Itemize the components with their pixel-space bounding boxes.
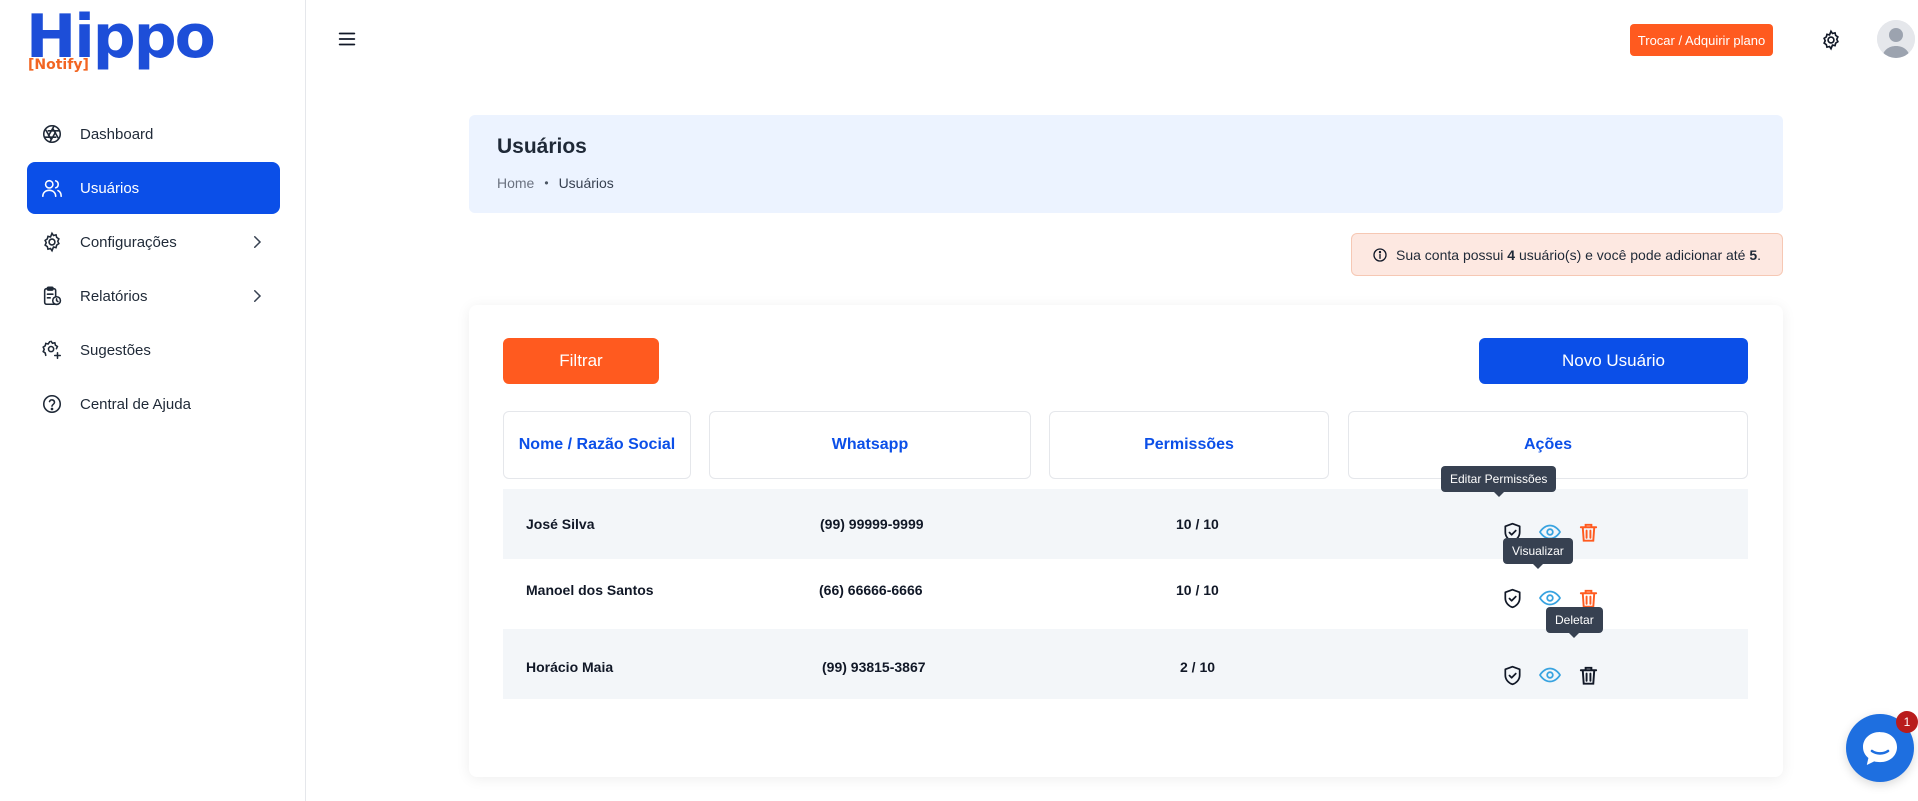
tooltip-delete: Deletar <box>1546 607 1603 638</box>
sidebar-item-configuracoes[interactable]: Configurações <box>27 216 280 268</box>
gear-icon <box>40 230 64 254</box>
sidebar-item-sugestoes[interactable]: Sugestões <box>27 324 280 376</box>
sidebar-item-relatorios[interactable]: Relatórios <box>27 270 280 322</box>
user-limit: 5 <box>1749 246 1758 263</box>
user-avatar-icon[interactable] <box>1877 20 1915 58</box>
row-name: Horácio Maia <box>526 659 614 675</box>
row-name: José Silva <box>526 516 595 532</box>
chat-notification-badge: 1 <box>1896 711 1918 733</box>
trash-icon[interactable] <box>1576 520 1600 544</box>
table-row: Horácio Maia (99) 93815-3867 2 / 10 <box>503 629 1748 699</box>
sidebar: Hippo [Notify] Dashboard Usuários Config… <box>0 0 306 801</box>
aperture-icon <box>40 122 64 146</box>
brand-logo[interactable]: Hippo [Notify] <box>26 4 216 76</box>
sidebar-item-usuarios[interactable]: Usuários <box>27 162 280 214</box>
filter-button[interactable]: Filtrar <box>503 338 659 384</box>
page-header: Usuários Home • Usuários <box>469 115 1783 213</box>
logo-subtitle: [Notify] <box>28 57 89 73</box>
breadcrumb-separator: • <box>544 176 549 190</box>
row-whatsapp: (66) 66666-6666 <box>819 582 923 598</box>
sidebar-item-dashboard[interactable]: Dashboard <box>27 108 280 160</box>
sidebar-item-central-ajuda[interactable]: Central de Ajuda <box>27 378 280 430</box>
alert-text: Sua conta possui 4 usuário(s) e você pod… <box>1396 246 1762 263</box>
row-whatsapp: (99) 99999-9999 <box>820 516 924 532</box>
row-name: Manoel dos Santos <box>526 582 654 598</box>
eye-icon[interactable] <box>1538 663 1562 687</box>
row-actions <box>1500 640 1600 710</box>
help-circle-icon <box>40 392 64 416</box>
gear-plus-icon <box>40 338 64 362</box>
chevron-right-icon <box>248 287 266 305</box>
sidebar-item-label: Central de Ajuda <box>80 395 191 413</box>
column-header-permissions[interactable]: Permissões <box>1049 411 1329 479</box>
shield-check-icon[interactable] <box>1500 663 1524 687</box>
clipboard-clock-icon <box>40 284 64 308</box>
user-limit-alert: Sua conta possui 4 usuário(s) e você pod… <box>1351 233 1783 276</box>
sidebar-nav: Dashboard Usuários Configurações Relatór… <box>27 108 280 432</box>
column-header-whatsapp[interactable]: Whatsapp <box>709 411 1031 479</box>
tooltip-edit-permissions: Editar Permissões <box>1441 466 1557 497</box>
settings-gear-icon[interactable] <box>1820 29 1842 51</box>
change-plan-button[interactable]: Trocar / Adquirir plano <box>1630 24 1773 56</box>
chevron-right-icon <box>248 233 266 251</box>
info-icon <box>1372 247 1388 263</box>
breadcrumb-home[interactable]: Home <box>497 175 534 191</box>
shield-check-icon[interactable] <box>1500 586 1524 610</box>
row-permissions: 10 / 10 <box>1176 582 1219 598</box>
sidebar-item-label: Sugestões <box>80 341 151 359</box>
menu-toggle-icon[interactable] <box>336 28 358 50</box>
breadcrumb: Home • Usuários <box>497 175 614 191</box>
sidebar-item-label: Usuários <box>80 179 140 197</box>
row-whatsapp: (99) 93815-3867 <box>822 659 926 675</box>
breadcrumb-current: Usuários <box>558 175 614 191</box>
column-header-name[interactable]: Nome / Razão Social <box>503 411 691 479</box>
row-permissions: 2 / 10 <box>1180 659 1216 675</box>
users-card: Filtrar Novo Usuário Nome / Razão Social… <box>469 305 1783 777</box>
new-user-button[interactable]: Novo Usuário <box>1479 338 1748 384</box>
users-icon <box>40 176 64 200</box>
sidebar-item-label: Configurações <box>80 233 177 251</box>
user-count: 4 <box>1507 246 1516 263</box>
sidebar-item-label: Relatórios <box>80 287 148 305</box>
tooltip-view: Visualizar <box>1503 538 1573 569</box>
sidebar-item-label: Dashboard <box>80 125 154 143</box>
row-permissions: 10 / 10 <box>1176 516 1219 532</box>
page-title: Usuários <box>497 135 587 158</box>
chat-widget-button[interactable]: 1 <box>1846 711 1918 782</box>
trash-icon[interactable] <box>1576 663 1600 687</box>
